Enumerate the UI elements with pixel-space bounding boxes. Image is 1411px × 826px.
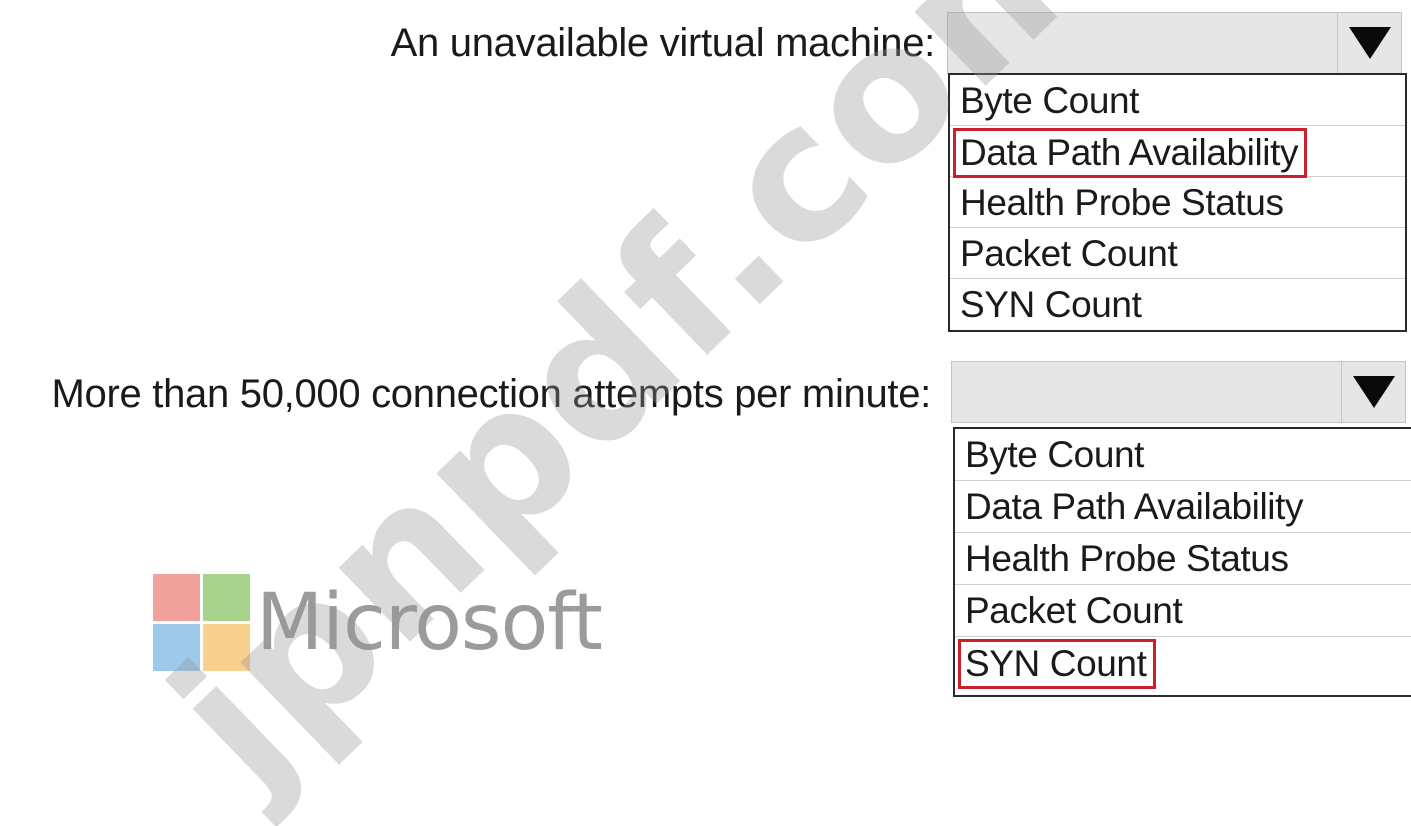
option-syn-count[interactable]: SYN Count (955, 637, 1411, 689)
logo-square-red (153, 574, 200, 621)
option-health-probe-status[interactable]: Health Probe Status (950, 177, 1405, 228)
option-label-highlighted: SYN Count (958, 639, 1156, 689)
option-label: Byte Count (960, 80, 1140, 121)
microsoft-logo-icon (153, 574, 250, 671)
question-2-label: More than 50,000 connection attempts per… (51, 372, 932, 416)
logo-square-green (203, 574, 250, 621)
logo-square-yellow (203, 624, 250, 671)
option-byte-count[interactable]: Byte Count (950, 75, 1405, 126)
option-syn-count[interactable]: SYN Count (950, 279, 1405, 330)
option-packet-count[interactable]: Packet Count (955, 585, 1411, 637)
option-label: SYN Count (960, 284, 1142, 325)
option-byte-count[interactable]: Byte Count (955, 429, 1411, 481)
option-packet-count[interactable]: Packet Count (950, 228, 1405, 279)
option-data-path-availability[interactable]: Data Path Availability (955, 481, 1411, 533)
microsoft-logo: Microsoft (153, 574, 603, 671)
option-data-path-availability[interactable]: Data Path Availability (950, 126, 1405, 178)
microsoft-logo-text: Microsoft (256, 577, 603, 668)
option-label: Data Path Availability (965, 486, 1304, 527)
logo-square-blue (153, 624, 200, 671)
question-2-option-list: Byte Count Data Path Availability Health… (953, 427, 1411, 697)
question-1-label: An unavailable virtual machine: (390, 21, 936, 65)
option-label: Packet Count (960, 233, 1178, 274)
triangle-down-icon (1352, 376, 1395, 408)
option-label: Health Probe Status (960, 182, 1284, 223)
option-health-probe-status[interactable]: Health Probe Status (955, 533, 1411, 585)
dropdown-arrow-button[interactable] (1341, 362, 1405, 422)
dropdown-arrow-button[interactable] (1337, 13, 1401, 73)
question-1-dropdown[interactable] (947, 12, 1402, 74)
option-label: Packet Count (965, 590, 1183, 631)
triangle-down-icon (1348, 27, 1391, 59)
option-label: Health Probe Status (965, 538, 1289, 579)
option-label: Byte Count (965, 434, 1145, 475)
option-label-highlighted: Data Path Availability (952, 128, 1308, 178)
question-1-option-list: Byte Count Data Path Availability Health… (948, 73, 1407, 332)
question-2-dropdown[interactable] (951, 361, 1406, 423)
